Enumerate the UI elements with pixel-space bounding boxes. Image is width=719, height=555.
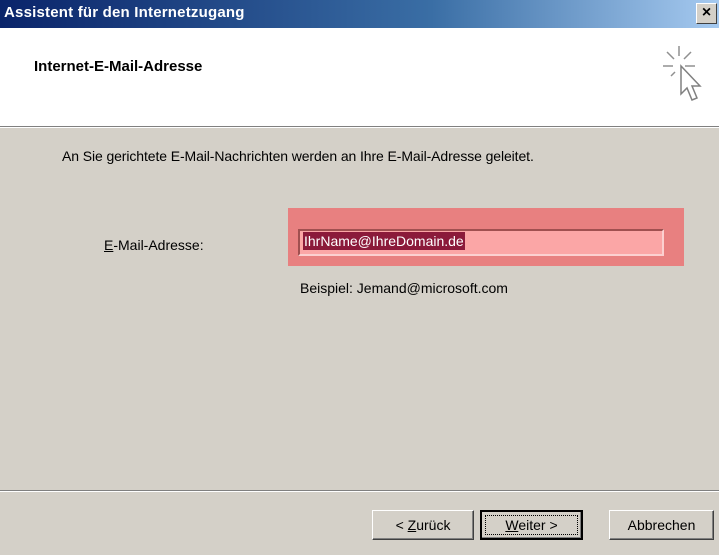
next-button[interactable]: Weiter > xyxy=(480,510,583,540)
close-icon: × xyxy=(701,4,712,21)
wizard-header: Internet-E-Mail-Adresse xyxy=(0,28,719,127)
intro-text: An Sie gerichtete E-Mail-Nachrichten wer… xyxy=(62,148,534,164)
wizard-cursor-sparkle-icon xyxy=(663,46,702,101)
back-button-accelerator: Z xyxy=(407,516,417,533)
footer-divider-highlight xyxy=(0,491,719,492)
back-button[interactable]: < Zurück xyxy=(372,510,474,540)
email-label: E-Mail-Adresse: xyxy=(104,237,204,253)
email-input-value: IhrName@IhreDomain.de xyxy=(303,232,465,250)
email-label-text: -Mail-Adresse: xyxy=(113,237,204,253)
window-title: Assistent für den Internetzugang xyxy=(4,4,245,21)
header-divider xyxy=(0,127,719,128)
email-label-accelerator: E xyxy=(104,237,114,253)
page-title: Internet-E-Mail-Adresse xyxy=(34,58,203,75)
focus-ring xyxy=(485,515,578,535)
back-button-arrow: < xyxy=(395,516,408,533)
cancel-button[interactable]: Abbrechen xyxy=(609,510,714,540)
email-input[interactable]: IhrName@IhreDomain.de xyxy=(298,229,664,256)
back-button-label: urück xyxy=(416,516,451,533)
title-bar[interactable]: Assistent für den Internetzugang × xyxy=(0,0,719,28)
close-button[interactable]: × xyxy=(696,3,717,24)
example-text: Beispiel: Jemand@microsoft.com xyxy=(300,280,508,296)
